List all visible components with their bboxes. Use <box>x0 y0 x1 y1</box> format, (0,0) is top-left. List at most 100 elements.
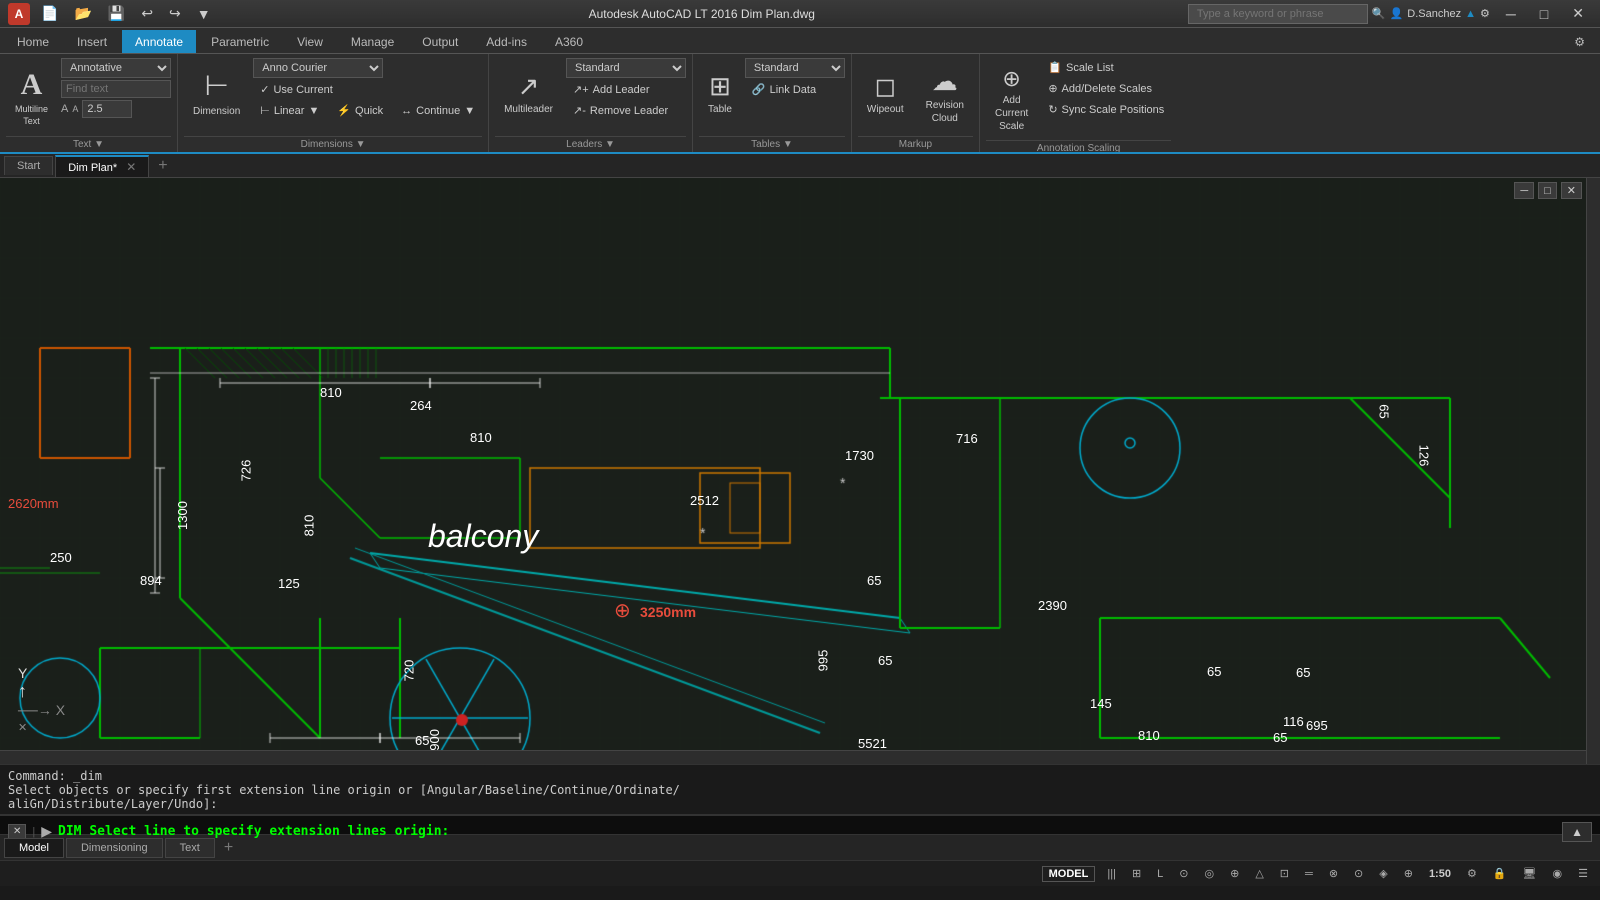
tables-group-label[interactable]: Tables ▼ <box>699 136 845 152</box>
status-lw[interactable]: ═ <box>1301 866 1317 882</box>
layout-add-button[interactable]: + <box>217 838 240 858</box>
qat-more[interactable]: ▼ <box>192 4 216 24</box>
status-workspace-switch[interactable]: ⚙ <box>1463 865 1481 882</box>
horizontal-scrollbar[interactable] <box>0 750 1586 764</box>
quick-icon: ⚡ <box>337 104 351 117</box>
status-snap[interactable]: ⊞ <box>1128 865 1145 882</box>
quick-button[interactable]: ⚡ Quick <box>330 101 390 120</box>
bottom-tab-text[interactable]: Text <box>165 838 215 858</box>
doc-tab-start[interactable]: Start <box>4 156 53 175</box>
status-bar: Command: _dim Select objects or specify … <box>0 764 1600 834</box>
status-otrack[interactable]: ⊕ <box>1226 865 1243 882</box>
ribbon-group-markup: ◻ Wipeout ☁ RevisionCloud Markup <box>852 54 980 152</box>
drawing-restore-button[interactable]: □ <box>1538 182 1557 199</box>
tab-output[interactable]: Output <box>409 30 471 53</box>
status-osnap[interactable]: ◎ <box>1201 865 1219 882</box>
app-logo: A <box>8 3 30 25</box>
drawing-minimize-button[interactable]: ─ <box>1514 182 1534 199</box>
settings-icon[interactable]: ⚙ <box>1480 7 1490 20</box>
table-style-dropdown[interactable]: Standard <box>745 58 845 78</box>
command-input[interactable] <box>58 824 1556 839</box>
status-customize[interactable]: ☰ <box>1574 865 1592 882</box>
revision-cloud-button[interactable]: ☁ RevisionCloud <box>917 58 973 132</box>
dim-style-dropdown[interactable]: Anno Courier <box>253 58 383 78</box>
find-text-input[interactable] <box>61 80 171 98</box>
dimensions-col: Anno Courier ✓ Use Current ⊢ Linear ▼ ⚡ … <box>253 58 482 120</box>
status-hardware[interactable]: 🖥 <box>1519 865 1541 882</box>
scale-list-button[interactable]: 📋 Scale List <box>1041 58 1171 77</box>
status-ortho[interactable]: L <box>1153 866 1167 882</box>
ribbon-group-dimensions: ⊢ Dimension Anno Courier ✓ Use Current ⊢… <box>178 54 489 152</box>
qat-undo[interactable]: ↩ <box>136 3 158 24</box>
multiline-text-button[interactable]: A MultilineText <box>6 58 57 134</box>
multileader-button[interactable]: ↗ Multileader <box>495 58 562 128</box>
qat-redo[interactable]: ↪ <box>164 3 186 24</box>
tab-workspace[interactable]: ⚙ <box>1561 30 1598 53</box>
status-scale[interactable]: 1:50 <box>1425 866 1455 882</box>
text-group-label[interactable]: Text ▼ <box>6 136 171 152</box>
qat-open[interactable]: 📂 <box>69 3 96 24</box>
doc-tab-close-dimplan[interactable]: ✕ <box>126 160 136 174</box>
tab-parametric[interactable]: Parametric <box>198 30 282 53</box>
status-grid[interactable]: ||| <box>1103 866 1120 882</box>
status-qp[interactable]: ⊙ <box>1350 865 1367 882</box>
status-lock[interactable]: 🔒 <box>1489 865 1511 882</box>
add-current-scale-button[interactable]: ⊕ AddCurrentScale <box>986 58 1037 140</box>
close-button[interactable]: ✕ <box>1564 3 1592 24</box>
leaders-group-label[interactable]: Leaders ▼ <box>495 136 686 152</box>
bottom-tab-model[interactable]: Model <box>4 838 64 858</box>
tab-addins[interactable]: Add-ins <box>473 30 540 53</box>
bottom-tab-dimensioning[interactable]: Dimensioning <box>66 838 163 858</box>
status-polar[interactable]: ⊙ <box>1175 865 1192 882</box>
drawing-area[interactable]: 810 264 810 2512 1730 716 2390 5521 1300… <box>0 178 1600 764</box>
dimensions-group-label[interactable]: Dimensions ▼ <box>184 136 482 152</box>
drawing-close-button[interactable]: ✕ <box>1561 182 1582 199</box>
qat-new[interactable]: 📄 <box>36 3 63 24</box>
tab-a360[interactable]: A360 <box>542 30 596 53</box>
remove-leader-button[interactable]: ↗- Remove Leader <box>566 101 686 120</box>
tables-group-content: ⊞ Table Standard 🔗 Link Data <box>699 58 845 136</box>
qat-save[interactable]: 💾 <box>103 3 130 24</box>
status-ann[interactable]: ⊕ <box>1400 865 1417 882</box>
tab-view[interactable]: View <box>284 30 336 53</box>
search-input[interactable] <box>1188 4 1368 24</box>
tab-manage[interactable]: Manage <box>338 30 407 53</box>
wipeout-button[interactable]: ◻ Wipeout <box>858 58 913 128</box>
tab-home[interactable]: Home <box>4 30 62 53</box>
ribbon-group-leaders: ↗ Multileader Standard ↗+ Add Leader ↗- … <box>489 54 693 152</box>
tab-annotate[interactable]: Annotate <box>122 30 196 53</box>
linear-button[interactable]: ⊢ Linear ▼ <box>253 101 326 120</box>
dimension-icon: ⊢ <box>204 68 228 104</box>
text-style-dropdown[interactable]: Annotative <box>61 58 171 78</box>
tab-insert[interactable]: Insert <box>64 30 120 53</box>
sync-scale-positions-button[interactable]: ↻ Sync Scale Positions <box>1041 100 1171 119</box>
status-tp[interactable]: ⊗ <box>1325 865 1342 882</box>
cmd-separator: | <box>32 826 35 838</box>
command-line-2: Select objects or specify first extensio… <box>8 783 1592 797</box>
table-button[interactable]: ⊞ Table <box>699 58 741 128</box>
maximize-button[interactable]: □ <box>1532 4 1556 24</box>
doc-tab-dimplan[interactable]: Dim Plan* ✕ <box>55 155 149 177</box>
minimize-button[interactable]: ─ <box>1498 4 1524 24</box>
status-dyn[interactable]: ⊡ <box>1276 865 1293 882</box>
help-icon[interactable]: ▲ <box>1465 8 1476 20</box>
add-leader-button[interactable]: ↗+ Add Leader <box>566 80 686 99</box>
ribbon: A MultilineText Annotative A A Text ▼ ⊢ <box>0 54 1600 154</box>
dimension-button[interactable]: ⊢ Dimension <box>184 58 249 128</box>
continue-button[interactable]: ↔ Continue ▼ <box>394 101 482 120</box>
status-isolate[interactable]: ◉ <box>1549 865 1567 882</box>
use-current-button[interactable]: ✓ Use Current <box>253 80 482 99</box>
add-delete-scales-button[interactable]: ⊕ Add/Delete Scales <box>1041 79 1171 98</box>
link-data-button[interactable]: 🔗 Link Data <box>745 80 845 99</box>
text-size-input[interactable] <box>82 100 132 118</box>
status-model-label[interactable]: MODEL <box>1042 866 1096 882</box>
doc-tab-add-button[interactable]: + <box>151 156 174 176</box>
vertical-scrollbar[interactable] <box>1586 178 1600 764</box>
cmd-expand-button[interactable]: ▲ <box>1562 822 1592 842</box>
status-ducs[interactable]: △ <box>1251 865 1267 882</box>
leader-style-dropdown[interactable]: Standard <box>566 58 686 78</box>
use-current-icon: ✓ <box>260 83 269 96</box>
status-sc[interactable]: ◈ <box>1375 865 1391 882</box>
linear-dropdown-icon: ▼ <box>308 105 319 117</box>
markup-group-label: Markup <box>858 136 973 152</box>
